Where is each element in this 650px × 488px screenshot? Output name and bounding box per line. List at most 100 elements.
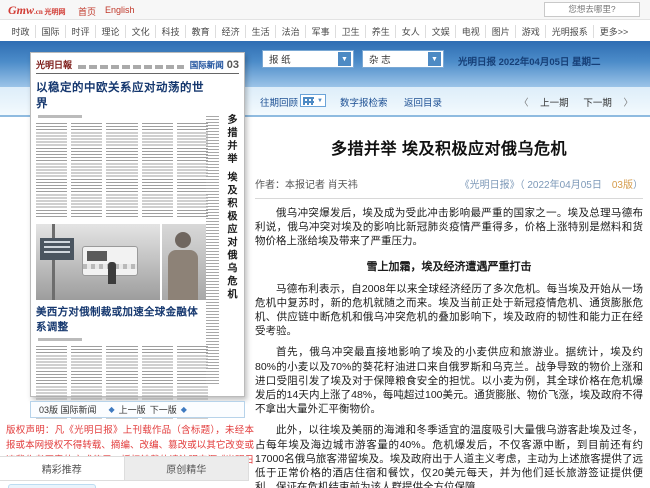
newspaper-page-number: 03 [227,59,239,71]
newspaper-fake-text-column [36,123,67,219]
chevron-down-icon: ▼ [317,98,323,104]
nav-item-dianshi[interactable]: 电视 [456,25,486,38]
newspaper-text-columns-1 [36,123,208,219]
nav-item-more[interactable]: 更多>> [594,25,634,38]
article-subhead: 雪上加霜，埃及经济遭遇严重打击 [255,258,643,274]
newspaper-byline-placeholder [38,338,82,341]
digital-search-link[interactable]: 数字报检索 [340,95,388,109]
newspaper-fake-text-column [177,123,208,219]
next-page-link[interactable]: 下一版 [150,403,177,416]
nav-item-youxi[interactable]: 游戏 [516,25,546,38]
newspaper-masthead: 光明日報 [36,58,72,71]
where-to-go-button[interactable]: 您想去哪里? [544,2,640,17]
prev-arrow-icon: 〈 [519,98,529,109]
newspaper-headline-2: 美西方对俄制裁或加速全球金融体系调整 [36,304,208,334]
nav-item-fazhi[interactable]: 法治 [276,25,306,38]
prev-page-link[interactable]: 上一版 [119,403,146,416]
article-body: 俄乌冲突爆发后，埃及成为受此冲击影响最严重的国家之一。埃及总理马德布利说，俄乌冲… [255,206,643,488]
top-utility-bar: Gmw.cn 光明网 首页 English 您想去哪里? [0,0,650,20]
newspaper-fake-text-column [142,123,173,219]
next-arrow-icon: 〉 [623,98,633,109]
hospital-street-photo [36,224,160,300]
article-source-page: 03版 [602,180,633,191]
photo-lamp-post [52,224,55,300]
article-column: 多措并举 埃及积极应对俄乌危机 作者：本报记者 肖天祎 《光明日报》（ 2022… [255,119,643,488]
nav-item-jiaoyu[interactable]: 教育 [186,25,216,38]
issue-date-label: 光明日报 2022年04月05日 星期二 [458,54,601,68]
category-nav: 时政 国际 时评 理论 文化 科技 教育 经济 生活 法治 军事 卫生 养生 女… [0,21,650,41]
newspaper-body: 以稳定的中欧关系应对动荡的世界 [36,74,239,390]
article-title: 多措并举 埃及积极应对俄乌危机 [255,135,643,159]
newspaper-byline-placeholder [38,115,82,118]
next-issue-link[interactable]: 下一期 [583,98,612,109]
article-byline-row: 作者：本报记者 肖天祎 《光明日报》（ 2022年04月05日 03版） [255,176,643,199]
article-author: 作者：本报记者 肖天祎 [255,176,358,191]
nav-item-tupian[interactable]: 图片 [486,25,516,38]
nav-item-nvren[interactable]: 女人 [396,25,426,38]
gmw-logo[interactable]: Gmw.cn 光明网 [8,3,66,18]
nav-item-keji[interactable]: 科技 [156,25,186,38]
article-source: 《光明日报》（ 2022年04月05日 03版） [460,176,643,191]
nav-item-shiping[interactable]: 时评 [66,25,96,38]
nav-item-baoxi[interactable]: 光明报系 [546,25,594,38]
nav-item-wenyu[interactable]: 文娱 [426,25,456,38]
newspaper-header-links-placeholder [78,65,184,69]
nav-item-lilun[interactable]: 理论 [96,25,126,38]
article-paragraph: 首先，俄乌冲突最直接地影响了埃及的小麦供应和旅游业。据统计，埃及约80%的小麦以… [255,345,643,416]
article-paragraph: 俄乌冲突爆发后，埃及成为受此冲击影响最严重的国家之一。埃及总理马德布利说，俄乌冲… [255,206,643,249]
nav-item-junshi[interactable]: 军事 [306,25,336,38]
chevron-down-icon: ▼ [338,52,351,66]
diamond-icon: ◆ [181,405,187,414]
nav-item-weisheng[interactable]: 卫生 [336,25,366,38]
gmw-logo-sub: .cn 光明网 [34,8,66,16]
newspaper-article-column-placeholder [206,116,219,386]
article-paragraph: 马德布利表示，自2008年以来全球经济经历了多次危机。每当埃及开始从一场危机中复… [255,282,643,339]
calendar-picker-icon[interactable]: ▼ [300,94,326,107]
back-to-toc-link[interactable]: 返回目录 [404,95,442,109]
gmw-epaper-page: Gmw.cn 光明网 首页 English 您想去哪里? 时政 国际 时评 理论… [0,0,650,488]
bottom-widget-cutoff [8,484,96,488]
publication-select-value: 报 纸 [269,52,291,66]
nav-item-guoji[interactable]: 国际 [36,25,66,38]
portrait-body [168,250,198,300]
newspaper-headline-1: 以稳定的中欧关系应对动荡的世界 [36,79,208,111]
nav-item-wenhua[interactable]: 文化 [126,25,156,38]
home-link[interactable]: 首页 [78,5,96,18]
chevron-down-icon: ▼ [428,52,441,66]
portrait-head [175,232,191,248]
portrait-photo [162,224,206,300]
newspaper-page-image[interactable]: 光明日報 国际新闻 03 以稳定的中欧关系应对动荡的世界 [30,52,245,397]
category-select-value: 杂 志 [369,52,391,66]
gmw-logo-main: Gmw [8,3,34,17]
tab-original[interactable]: 原创精华 [125,457,249,480]
nav-item-yangsheng[interactable]: 养生 [366,25,396,38]
newspaper-photo-row [36,224,208,300]
tab-recommend[interactable]: 精彩推荐 [0,457,125,480]
article-source-name: 《光明日报》（ 2022年04月05日 [460,180,602,191]
photo-ambulance-window [87,251,107,261]
newspaper-masthead-row: 光明日報 国际新闻 03 [36,58,239,74]
photo-pedestrian [108,262,116,284]
page-navigation-bar: 03版 国际新闻 ◆ 上一版 下一版 ◆ [30,401,245,418]
newspaper-fake-text-column [106,123,137,219]
photo-hospital-sign [40,238,74,260]
bottom-tabs: 精彩推荐 原创精华 [0,456,249,481]
issue-navigation: 〈 上一期 下一期 〉 [516,95,636,109]
newspaper-vertical-headline: 多措并举 埃及积极应对俄乌危机 [222,114,238,376]
past-issues-link[interactable]: 往期回顾 [260,95,298,109]
newspaper-fake-text-column [71,123,102,219]
article-paragraph: 此外，以往埃及美丽的海滩和冬季适宜的温度吸引大量俄乌游客赴埃及过冬，占每年埃及海… [255,423,643,488]
nav-item-shenghuo[interactable]: 生活 [246,25,276,38]
nav-item-jingji[interactable]: 经济 [216,25,246,38]
publication-select[interactable]: 报 纸 ▼ [262,50,354,68]
newspaper-section-label: 国际新闻 [190,59,224,71]
newspaper-main-area: 以稳定的中欧关系应对动荡的世界 [36,74,208,390]
nav-item-shizheng[interactable]: 时政 [6,25,36,38]
article-source-suffix: ） [633,180,643,191]
diamond-icon: ◆ [109,405,115,414]
calendar-grid-icon [303,97,314,105]
prev-issue-link[interactable]: 上一期 [540,98,569,109]
current-page-label: 03版 国际新闻 [39,403,97,416]
english-link[interactable]: English [105,5,135,15]
category-select[interactable]: 杂 志 ▼ [362,50,444,68]
